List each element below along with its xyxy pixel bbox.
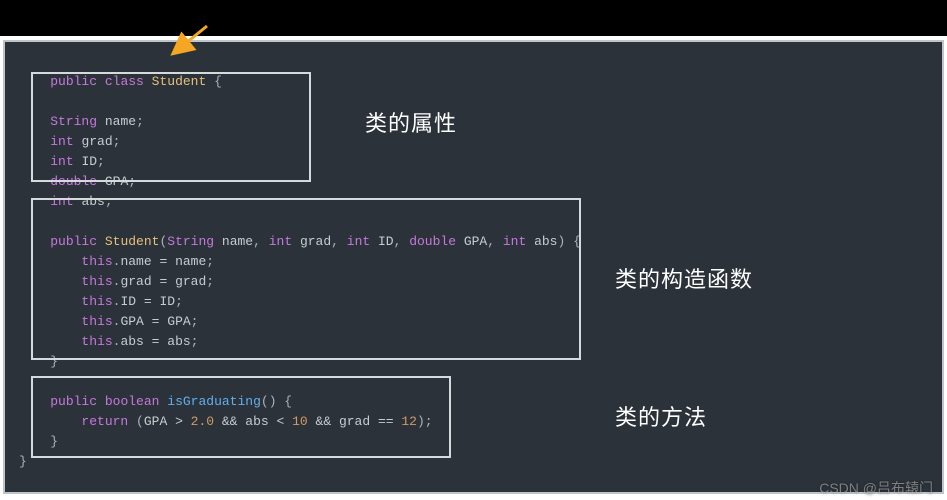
code-line-blank xyxy=(19,212,928,232)
label-fields: 类的属性 xyxy=(365,106,457,138)
code-line-ctor-a1: this.name = name; xyxy=(19,252,928,272)
code-line-field-grad: int grad; xyxy=(19,132,928,152)
code-line-ctor-close: } xyxy=(19,352,928,372)
code-editor: public class Student { String name; int … xyxy=(3,40,944,494)
code-line-method-return: return (GPA > 2.0 && abs < 10 && grad ==… xyxy=(19,412,928,432)
code-line-ctor-a2: this.grad = grad; xyxy=(19,272,928,292)
code-line-field-id: int ID; xyxy=(19,152,928,172)
code-line-class-close: } xyxy=(19,452,928,472)
code-line-method-sig: public boolean isGraduating() { xyxy=(19,392,928,412)
code-line-class-decl: public class Student { xyxy=(19,52,928,112)
code-line-ctor-a3: this.ID = ID; xyxy=(19,292,928,312)
top-bar xyxy=(0,0,947,36)
code-line-ctor-a5: this.abs = abs; xyxy=(19,332,928,352)
code-line-ctor-sig: public Student(String name, int grad, in… xyxy=(19,232,928,252)
code-line-ctor-a4: this.GPA = GPA; xyxy=(19,312,928,332)
label-constructor: 类的构造函数 xyxy=(615,262,753,294)
code-line-blank2 xyxy=(19,372,928,392)
code-line-field-gpa: double GPA; xyxy=(19,172,928,192)
label-method: 类的方法 xyxy=(615,400,707,432)
code-line-field-abs: int abs; xyxy=(19,192,928,212)
code-line-field-name: String name; xyxy=(19,112,928,132)
code-line-method-close: } xyxy=(19,432,928,452)
